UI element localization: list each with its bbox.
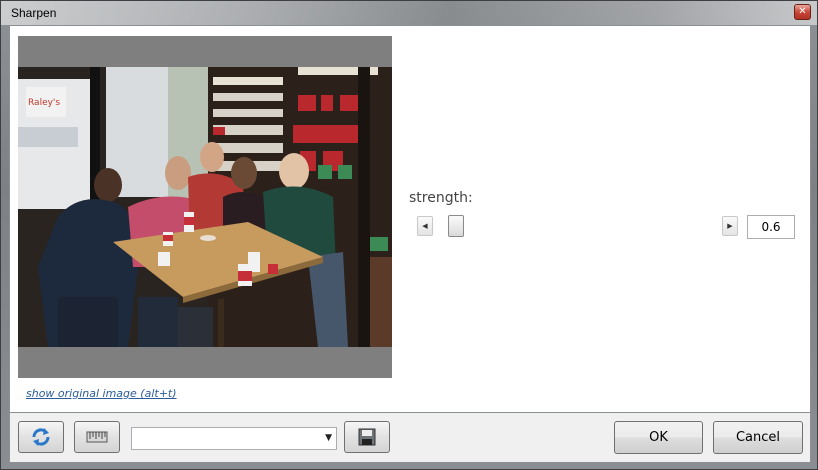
bottom-toolbar: ▼ OK Cancel: [9, 413, 811, 463]
ruler-button[interactable]: [74, 421, 120, 453]
strength-slider-thumb[interactable]: [448, 215, 464, 237]
refresh-icon: [32, 428, 50, 446]
svg-text:Raley's: Raley's: [28, 98, 60, 108]
window-title: Sharpen: [11, 6, 57, 20]
title-bar[interactable]: Sharpen ✕: [1, 1, 817, 25]
save-preset-button[interactable]: [344, 421, 390, 453]
show-original-link[interactable]: show original image (alt+t): [26, 387, 177, 400]
cancel-button[interactable]: Cancel: [713, 421, 803, 454]
image-preview-frame: Raley's: [18, 36, 392, 378]
left-arrow-icon: ◀: [422, 222, 428, 230]
right-arrow-icon: ▶: [727, 222, 733, 230]
strength-decrease-button[interactable]: ◀: [417, 216, 433, 236]
save-preset-icon: [358, 428, 376, 446]
strength-label: strength:: [409, 190, 473, 206]
preview-photo-graphic: Raley's: [18, 67, 392, 347]
ok-button[interactable]: OK: [614, 421, 703, 454]
dialog-content: Raley's show original image (alt+t) stre…: [9, 25, 811, 413]
close-icon: ✕: [798, 6, 807, 17]
ruler-icon: [86, 431, 108, 443]
preview-image: Raley's: [18, 67, 392, 347]
strength-value-input[interactable]: 0.6: [747, 215, 795, 239]
strength-increase-button[interactable]: ▶: [722, 216, 738, 236]
chevron-down-icon: ▼: [325, 433, 332, 443]
preset-dropdown[interactable]: ▼: [131, 427, 337, 450]
refresh-button[interactable]: [18, 421, 64, 453]
close-button[interactable]: ✕: [794, 4, 811, 20]
sharpen-dialog: Sharpen ✕ Raley's show original image (a…: [0, 0, 818, 470]
